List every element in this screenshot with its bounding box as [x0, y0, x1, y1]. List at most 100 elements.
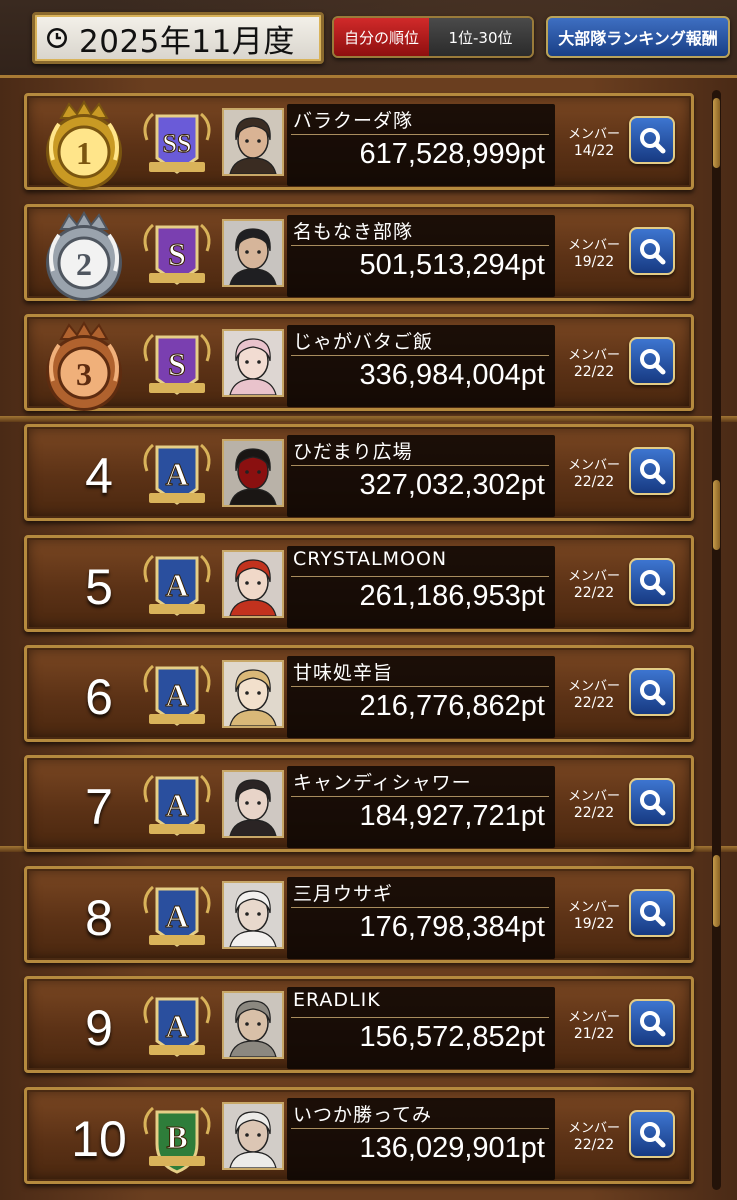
team-leader-avatar: [222, 660, 284, 728]
portrait-icon: [224, 331, 282, 395]
team-details-button[interactable]: [629, 337, 675, 385]
header: 2025年11月度 自分の順位 1位-30位 大部隊ランキング報酬: [0, 0, 737, 75]
members-label: メンバー: [567, 569, 620, 584]
magnifier-icon: [640, 128, 666, 154]
grade-label: A: [165, 1008, 188, 1044]
portrait-icon: [224, 662, 282, 726]
grade-label: A: [165, 677, 188, 713]
members-count: 22/22: [573, 364, 615, 380]
scrollbar-thumb[interactable]: [713, 855, 720, 927]
team-points: 136,029,901pt: [359, 1132, 545, 1164]
month-label: 2025年11月度: [79, 23, 295, 60]
team-details-button[interactable]: [629, 778, 675, 826]
team-info: バラクーダ隊 617,528,999pt: [287, 104, 555, 186]
ranking-reward-button[interactable]: 大部隊ランキング報酬: [546, 16, 730, 58]
members-count: 22/22: [573, 805, 615, 821]
magnifier-icon: [640, 1122, 666, 1148]
team-points: 176,798,384pt: [359, 911, 545, 943]
team-details-button[interactable]: [629, 558, 675, 606]
team-info: いつか勝ってみ 136,029,901pt: [287, 1098, 555, 1180]
ranking-row[interactable]: 1 SS バラクーダ隊 617,528,999pt メンバー 14/22: [24, 93, 694, 190]
magnifier-icon: [640, 680, 666, 706]
team-info: じゃがバタご飯 336,984,004pt: [287, 325, 555, 407]
ranking-row[interactable]: 6 A 甘味処辛旨 216,776,862pt メンバー 22/22: [24, 645, 694, 742]
team-details-button[interactable]: [629, 668, 675, 716]
ranking-row[interactable]: 7 A キャンディシャワー 184,927,721pt メンバー 22/22: [24, 755, 694, 852]
members-count: 19/22: [573, 916, 615, 932]
scrollbar-thumb[interactable]: [713, 98, 720, 168]
ranking-row[interactable]: 10 B いつか勝ってみ 136,029,901pt メンバー 22/22: [24, 1087, 694, 1184]
team-points: 156,572,852pt: [359, 1021, 545, 1053]
team-info: ひだまり広場 327,032,302pt: [287, 435, 555, 517]
ranking-row[interactable]: 5 A CRYSTALMOON 261,186,953pt メンバー 22/22: [24, 535, 694, 632]
grade-a-badge-icon: A: [143, 554, 211, 616]
team-details-button[interactable]: [629, 227, 675, 275]
ranking-row[interactable]: 3 S じゃがバタご飯 336,984,004pt メンバー 22/22: [24, 314, 694, 411]
members-count: 19/22: [573, 254, 615, 270]
team-name: 三月ウサギ: [293, 883, 394, 905]
grade-label: A: [165, 898, 188, 934]
team-leader-avatar: [222, 770, 284, 838]
team-leader-avatar: [222, 991, 284, 1059]
portrait-icon: [224, 110, 282, 174]
portrait-icon: [224, 1104, 282, 1168]
magnifier-icon: [640, 1011, 666, 1037]
team-points: 617,528,999pt: [359, 138, 545, 170]
members-label: メンバー: [567, 900, 620, 915]
team-leader-avatar: [222, 439, 284, 507]
team-details-button[interactable]: [629, 889, 675, 937]
my-rank-button[interactable]: 自分の順位: [334, 18, 429, 56]
info-separator: [291, 1128, 549, 1129]
team-leader-avatar: [222, 219, 284, 287]
ranking-row[interactable]: 2 S 名もなき部隊 501,513,294pt メンバー 19/22: [24, 204, 694, 301]
team-details-button[interactable]: [629, 447, 675, 495]
medal-rank-label: 3: [76, 356, 92, 392]
info-separator: [291, 796, 549, 797]
info-separator: [291, 245, 549, 246]
team-name: いつか勝ってみ: [293, 1104, 433, 1126]
team-details-button[interactable]: [629, 1110, 675, 1158]
grade-a-badge-icon: A: [143, 885, 211, 947]
grade-label: B: [166, 1119, 187, 1155]
team-details-button[interactable]: [629, 116, 675, 164]
members-count: 22/22: [573, 695, 615, 711]
members-label: メンバー: [567, 238, 620, 253]
scrollbar-thumb[interactable]: [713, 480, 720, 550]
portrait-icon: [224, 552, 282, 616]
team-info: 名もなき部隊 501,513,294pt: [287, 215, 555, 297]
team-info: 甘味処辛旨 216,776,862pt: [287, 656, 555, 738]
members-count: 22/22: [573, 474, 615, 490]
team-leader-avatar: [222, 881, 284, 949]
team-name: バラクーダ隊: [293, 110, 414, 132]
grade-s-badge-icon: S: [143, 223, 211, 285]
portrait-icon: [224, 883, 282, 947]
team-name: 名もなき部隊: [293, 221, 414, 243]
team-name: キャンディシャワー: [293, 772, 472, 794]
team-info: ERADLIK 156,572,852pt: [287, 987, 555, 1069]
scrollbar[interactable]: [712, 90, 721, 1190]
ranking-row[interactable]: 4 A ひだまり広場 327,032,302pt メンバー 22/22: [24, 424, 694, 521]
team-leader-avatar: [222, 108, 284, 176]
members-count: 22/22: [573, 1137, 615, 1153]
ranking-row[interactable]: 9 A ERADLIK 156,572,852pt メンバー 21/22: [24, 976, 694, 1073]
month-selector[interactable]: 2025年11月度: [32, 12, 324, 64]
clock-icon: [47, 28, 67, 48]
info-separator: [291, 134, 549, 135]
magnifier-icon: [640, 901, 666, 927]
silver-medal-icon: 2: [46, 211, 122, 301]
magnifier-icon: [640, 239, 666, 265]
team-leader-avatar: [222, 550, 284, 618]
ranking-row[interactable]: 8 A 三月ウサギ 176,798,384pt メンバー 19/22: [24, 866, 694, 963]
grade-a-badge-icon: A: [143, 995, 211, 1057]
grade-label: A: [165, 567, 188, 603]
members-label: メンバー: [567, 458, 620, 473]
team-details-button[interactable]: [629, 999, 675, 1047]
grade-a-badge-icon: A: [143, 774, 211, 836]
grade-a-badge-icon: A: [143, 664, 211, 726]
portrait-icon: [224, 772, 282, 836]
team-leader-avatar: [222, 329, 284, 397]
rank-range-button[interactable]: 1位-30位: [429, 18, 532, 56]
magnifier-icon: [640, 459, 666, 485]
info-separator: [291, 576, 549, 577]
grade-s-badge-icon: S: [143, 333, 211, 395]
